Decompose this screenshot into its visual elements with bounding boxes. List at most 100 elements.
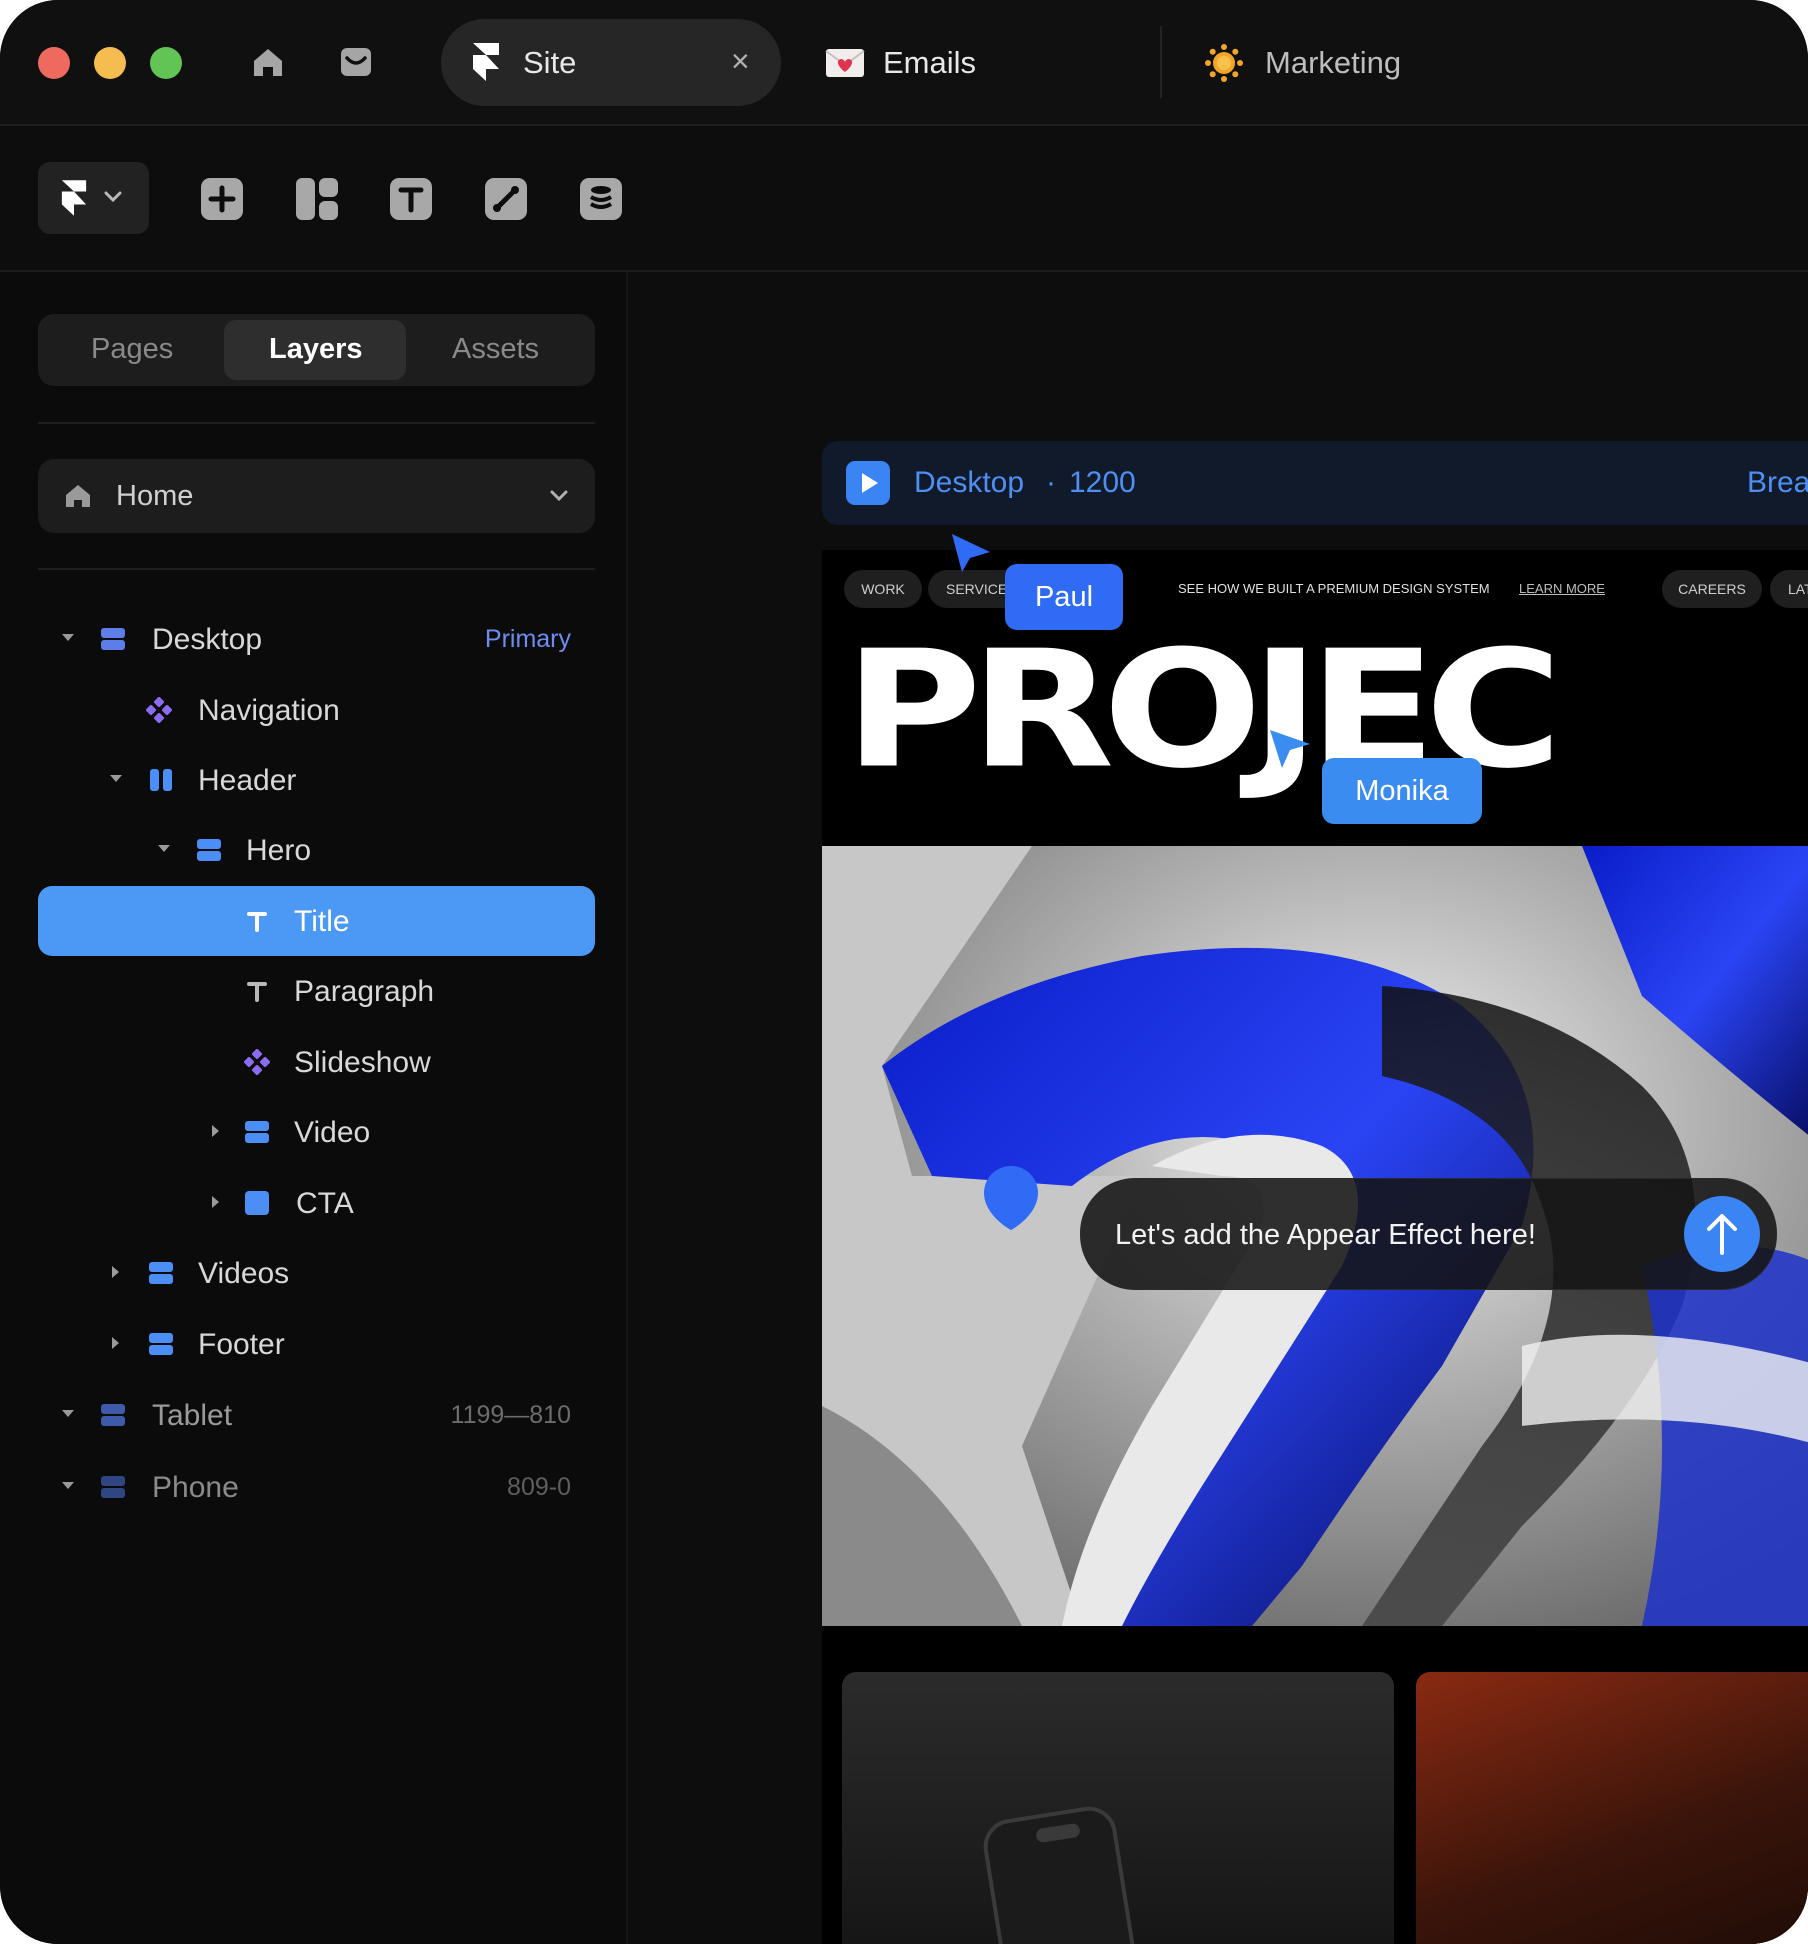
nav-careers-link[interactable]: CAREERS bbox=[1662, 570, 1762, 608]
segment-layers[interactable]: Layers bbox=[269, 334, 363, 364]
add-breakpoint-link[interactable]: Brea bbox=[1747, 467, 1808, 499]
tab-site-label: Site bbox=[523, 45, 577, 80]
comment-input[interactable]: Let's add the Appear Effect here! bbox=[1115, 1219, 1536, 1251]
layer-tablet[interactable]: Tablet 1199—810 bbox=[38, 1380, 595, 1450]
framer-logo-icon bbox=[61, 180, 87, 216]
primary-breakpoint-badge: Primary bbox=[484, 625, 571, 653]
cursor-arrow-icon bbox=[1270, 730, 1310, 768]
expand-caret-icon[interactable] bbox=[212, 1196, 219, 1208]
layer-title[interactable]: Title bbox=[38, 886, 595, 956]
maximize-window-button[interactable] bbox=[150, 47, 182, 79]
tab-marketing[interactable]: Marketing bbox=[1200, 19, 1500, 106]
layer-navigation[interactable]: Navigation bbox=[38, 675, 595, 745]
layer-label: Footer bbox=[198, 1328, 285, 1361]
panel-segmented-control: Pages Layers Assets bbox=[38, 314, 595, 386]
app-window: Site × Emails Marketing Pages Layers Ass… bbox=[0, 0, 1808, 1944]
chevron-down-icon bbox=[550, 490, 568, 502]
layer-videos[interactable]: Videos bbox=[38, 1238, 595, 1308]
stack-frame-icon bbox=[101, 1404, 125, 1426]
vector-icon[interactable] bbox=[483, 176, 529, 222]
layout-icon[interactable] bbox=[294, 176, 340, 222]
segment-assets[interactable]: Assets bbox=[452, 334, 539, 364]
layer-label: Navigation bbox=[198, 694, 340, 727]
segment-pages[interactable]: Pages bbox=[91, 334, 173, 364]
layer-label: Tablet bbox=[152, 1399, 233, 1432]
layers-sidebar: Pages Layers Assets Home Desktop Primary bbox=[0, 272, 628, 1944]
breakpoint-range: 809-0 bbox=[507, 1473, 571, 1501]
expand-caret-icon[interactable] bbox=[112, 1337, 119, 1349]
frame-icon bbox=[245, 1191, 269, 1215]
close-tab-icon[interactable]: × bbox=[731, 43, 750, 79]
stack-frame-icon bbox=[197, 839, 221, 861]
framer-logo-icon bbox=[473, 43, 499, 81]
chevron-down-icon bbox=[104, 191, 122, 203]
project-card[interactable] bbox=[1416, 1672, 1808, 1944]
collapse-caret-icon[interactable] bbox=[158, 845, 170, 852]
columns-frame-icon bbox=[150, 769, 172, 791]
layer-footer[interactable]: Footer bbox=[38, 1309, 595, 1379]
send-comment-button[interactable] bbox=[1683, 1195, 1761, 1273]
breakpoint-bar[interactable]: Desktop · 1200 Brea bbox=[822, 441, 1808, 525]
layer-paragraph[interactable]: Paragraph bbox=[38, 956, 595, 1026]
text-layer-icon bbox=[247, 912, 267, 932]
breakpoint-range: 1199—810 bbox=[450, 1401, 571, 1429]
layer-hero[interactable]: Hero bbox=[38, 815, 595, 885]
breakpoint-width: 1200 bbox=[1069, 466, 1136, 499]
close-window-button[interactable] bbox=[38, 47, 70, 79]
text-icon[interactable] bbox=[388, 176, 434, 222]
collapse-caret-icon[interactable] bbox=[62, 1482, 74, 1489]
collapse-caret-icon[interactable] bbox=[62, 634, 74, 641]
comment-pin-icon[interactable] bbox=[978, 1162, 1044, 1234]
component-icon bbox=[146, 697, 172, 723]
stack-frame-icon bbox=[245, 1121, 269, 1143]
tab-emails-label: Emails bbox=[883, 45, 977, 80]
insert-icon[interactable] bbox=[199, 176, 245, 222]
nav-work-link[interactable]: WORK bbox=[844, 570, 922, 608]
phone-mockup-icon bbox=[983, 1806, 1139, 1944]
layer-label: Phone bbox=[152, 1471, 239, 1504]
layer-header[interactable]: Header bbox=[38, 745, 595, 815]
breakpoint-name: Desktop bbox=[914, 466, 1025, 499]
collapse-caret-icon[interactable] bbox=[110, 775, 122, 782]
layer-label: Desktop bbox=[152, 623, 263, 656]
inbox-icon[interactable] bbox=[334, 40, 378, 84]
play-preview-icon[interactable] bbox=[846, 461, 890, 505]
cms-icon[interactable] bbox=[578, 176, 624, 222]
stack-frame-icon bbox=[149, 1262, 173, 1284]
sun-icon bbox=[1205, 44, 1243, 82]
layer-slideshow[interactable]: Slideshow bbox=[38, 1027, 595, 1097]
collaborator-cursor-monika: Monika bbox=[1322, 758, 1482, 824]
nav-latest-link[interactable]: LAT bbox=[1770, 570, 1808, 608]
tab-site[interactable]: Site × bbox=[441, 19, 781, 106]
layer-phone[interactable]: Phone 809-0 bbox=[38, 1452, 595, 1522]
learn-more-link[interactable]: LEARN MORE bbox=[1519, 580, 1605, 598]
stack-frame-icon bbox=[149, 1333, 173, 1355]
minimize-window-button[interactable] bbox=[94, 47, 126, 79]
collapse-caret-icon[interactable] bbox=[62, 1410, 74, 1417]
layer-video[interactable]: Video bbox=[38, 1097, 595, 1167]
home-icon[interactable] bbox=[246, 40, 290, 84]
layer-label: Header bbox=[198, 764, 297, 797]
title-bar: Site × Emails Marketing bbox=[0, 0, 1808, 126]
page-select-value: Home bbox=[116, 480, 194, 512]
layer-cta[interactable]: CTA bbox=[38, 1168, 595, 1238]
page-select[interactable]: Home bbox=[38, 459, 595, 533]
cursor-arrow-icon bbox=[952, 534, 990, 572]
project-card[interactable] bbox=[842, 1672, 1394, 1944]
main-menu-button[interactable] bbox=[38, 162, 149, 234]
comment-composer[interactable]: Let's add the Appear Effect here! bbox=[1080, 1178, 1777, 1290]
breakpoint-dot: · bbox=[1046, 466, 1056, 499]
expand-caret-icon[interactable] bbox=[112, 1266, 119, 1278]
layer-label: Video bbox=[294, 1116, 371, 1149]
layer-label: Videos bbox=[198, 1257, 290, 1290]
sidebar-divider bbox=[38, 422, 595, 424]
tab-emails[interactable]: Emails bbox=[822, 19, 1132, 106]
hero-title[interactable]: PROJEC bbox=[844, 629, 1563, 791]
announcement-text: SEE HOW WE BUILT A PREMIUM DESIGN SYSTEM bbox=[1178, 581, 1490, 596]
layer-label: Hero bbox=[246, 834, 312, 867]
layer-label: Slideshow bbox=[294, 1046, 431, 1079]
stack-frame-icon bbox=[101, 1476, 125, 1498]
text-layer-icon bbox=[247, 982, 267, 1002]
layer-desktop[interactable]: Desktop Primary bbox=[38, 604, 595, 674]
expand-caret-icon[interactable] bbox=[212, 1125, 219, 1137]
